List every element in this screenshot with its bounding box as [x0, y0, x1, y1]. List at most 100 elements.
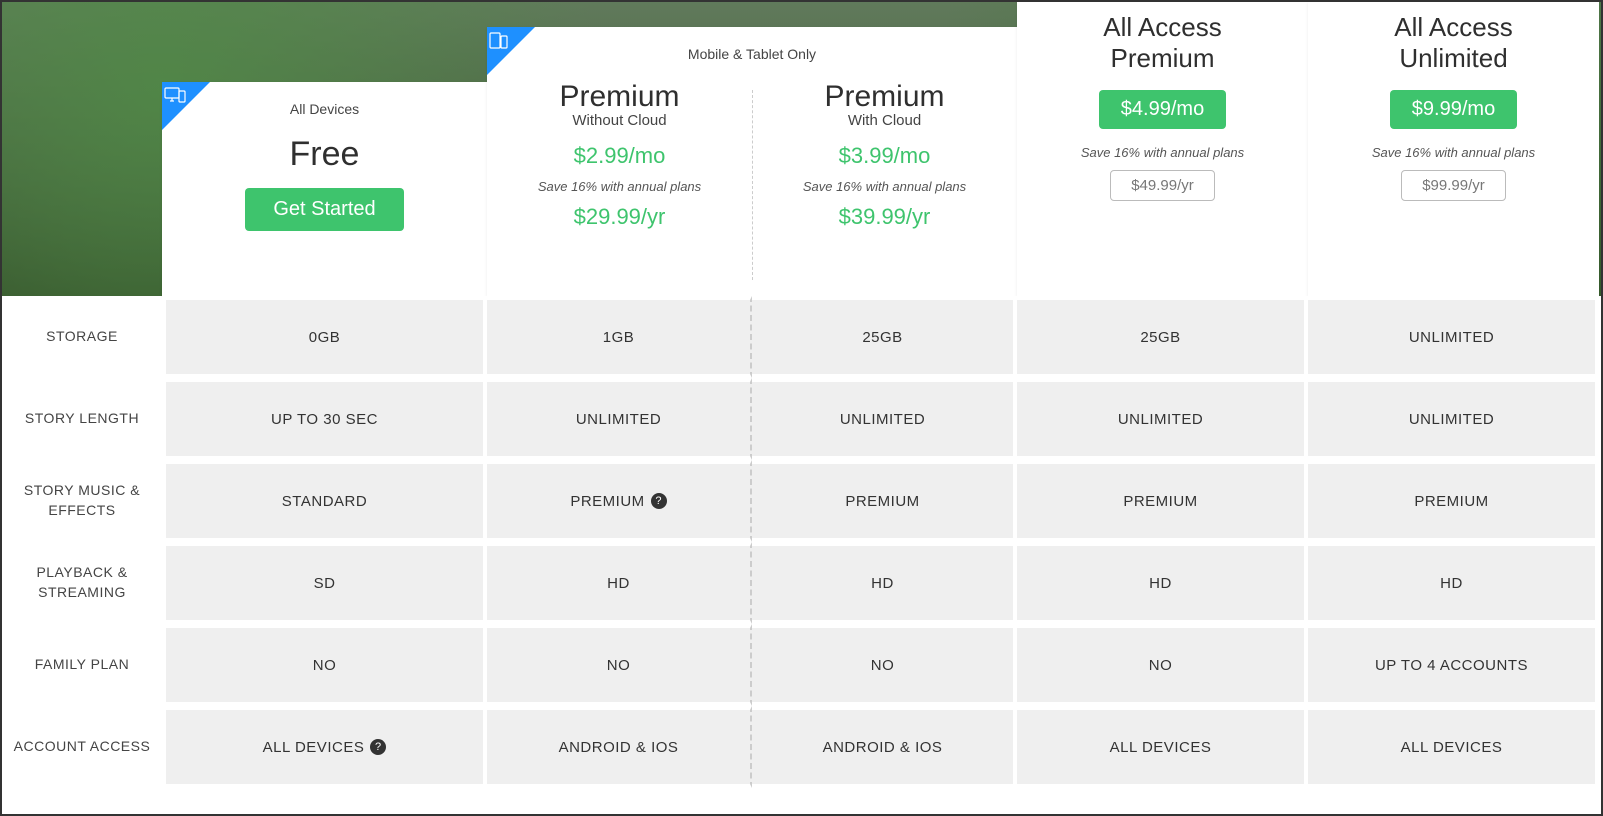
feature-value: NO — [313, 657, 337, 674]
feature-row: FAMILY PLAN NO NO NO NO UP TO 4 ACCOUNTS — [2, 624, 1601, 706]
feature-cell: 25GB — [1017, 296, 1308, 378]
feature-cell: PREMIUM? — [487, 460, 752, 542]
select-premium-yearly-button[interactable]: $49.99/yr — [1110, 170, 1215, 201]
feature-value: PREMIUM — [1414, 493, 1488, 510]
feature-label: STORY LENGTH — [2, 409, 162, 429]
feature-value: UNLIMITED — [576, 411, 661, 428]
feature-cell: SD — [162, 542, 487, 624]
help-icon[interactable]: ? — [651, 493, 667, 509]
feature-value: UP TO 4 ACCOUNTS — [1375, 657, 1528, 674]
feature-cell: HD — [1308, 542, 1599, 624]
plan-card-mobile: Mobile & Tablet Only Premium Without Clo… — [487, 27, 1017, 296]
feature-cell: UNLIMITED — [1308, 296, 1599, 378]
plan-title: All AccessPremium — [1017, 2, 1308, 74]
feature-cell: PREMIUM — [1308, 460, 1599, 542]
feature-cell: 25GB — [752, 296, 1017, 378]
feature-cell: UNLIMITED — [487, 378, 752, 460]
plan-subcard-with-cloud: Premium With Cloud $3.99/mo Save 16% wit… — [752, 80, 1017, 290]
price-yearly: $39.99/yr — [762, 204, 1007, 230]
feature-cell: UNLIMITED — [752, 378, 1017, 460]
column-divider — [752, 90, 753, 280]
plan-subtitle: With Cloud — [762, 112, 1007, 129]
feature-value: ALL DEVICES — [1110, 739, 1212, 756]
feature-value: UP TO 30 SEC — [271, 411, 378, 428]
feature-row: STORAGE0GB1GB25GB25GBUNLIMITED — [2, 296, 1601, 378]
feature-cell: 1GB — [487, 296, 752, 378]
save-note: Save 16% with annual plans — [1308, 145, 1599, 160]
plan-title: Premium — [762, 80, 1007, 114]
feature-value: UNLIMITED — [1409, 411, 1494, 428]
feature-cell: PREMIUM — [1017, 460, 1308, 542]
price-monthly: $3.99/mo — [762, 143, 1007, 169]
feature-row: ACCOUNT ACCESSALL DEVICES?ANDROID & IOSA… — [2, 706, 1601, 788]
devices-label: Mobile & Tablet Only — [487, 46, 1017, 62]
feature-cell: NO — [162, 624, 487, 706]
price-yearly: $29.99/yr — [497, 204, 742, 230]
feature-row: STORY MUSIC & EFFECTSSTANDARDPREMIUM?PRE… — [2, 460, 1601, 542]
plan-subcard-without-cloud: Premium Without Cloud $2.99/mo Save 16% … — [487, 80, 752, 290]
feature-cell: ALL DEVICES — [1308, 706, 1599, 788]
feature-cell: STANDARD — [162, 460, 487, 542]
feature-cell: NO — [1017, 624, 1308, 706]
plan-title-text: All AccessUnlimited — [1394, 12, 1513, 73]
devices-corner-badge — [487, 27, 535, 75]
feature-label: ACCOUNT ACCESS — [2, 737, 162, 757]
feature-value: STANDARD — [282, 493, 367, 510]
feature-value: HD — [1149, 575, 1172, 592]
mobile-tablet-icon — [489, 32, 509, 50]
feature-value: ALL DEVICES — [1401, 739, 1503, 756]
feature-value: UNLIMITED — [1409, 329, 1494, 346]
plan-title: All AccessUnlimited — [1308, 2, 1599, 74]
feature-cell: ANDROID & IOS — [752, 706, 1017, 788]
feature-cell: ANDROID & IOS — [487, 706, 752, 788]
feature-value: ANDROID & IOS — [823, 739, 943, 756]
plan-card-free: All Devices Free Get Started — [162, 82, 487, 296]
feature-value: HD — [607, 575, 630, 592]
feature-cell: UNLIMITED — [1308, 378, 1599, 460]
feature-value: UNLIMITED — [840, 411, 925, 428]
help-icon[interactable]: ? — [370, 739, 386, 755]
price-monthly: $2.99/mo — [497, 143, 742, 169]
select-unlimited-monthly-button[interactable]: $9.99/mo — [1390, 90, 1517, 129]
feature-value: 1GB — [603, 329, 635, 346]
feature-label: FAMILY PLAN — [2, 655, 162, 675]
feature-cell: ALL DEVICES? — [162, 706, 487, 788]
feature-cell: UNLIMITED — [1017, 378, 1308, 460]
feature-cell: NO — [752, 624, 1017, 706]
feature-row: PLAYBACK & STREAMINGSD HD HD HD HD — [2, 542, 1601, 624]
feature-cell: UP TO 4 ACCOUNTS — [1308, 624, 1599, 706]
select-unlimited-yearly-button[interactable]: $99.99/yr — [1401, 170, 1506, 201]
plan-card-premium: All AccessPremium $4.99/mo Save 16% with… — [1017, 2, 1308, 296]
feature-value: ALL DEVICES — [263, 739, 365, 756]
select-premium-monthly-button[interactable]: $4.99/mo — [1099, 90, 1226, 129]
plan-title: Premium — [497, 80, 742, 114]
feature-value: NO — [871, 657, 895, 674]
plan-title-text: All AccessPremium — [1103, 12, 1222, 73]
feature-value: PREMIUM — [1123, 493, 1197, 510]
feature-value: PREMIUM — [570, 493, 644, 510]
save-note: Save 16% with annual plans — [1017, 145, 1308, 160]
feature-cell: UP TO 30 SEC — [162, 378, 487, 460]
feature-value: PREMIUM — [845, 493, 919, 510]
feature-value: 25GB — [862, 329, 902, 346]
feature-value: HD — [871, 575, 894, 592]
save-note: Save 16% with annual plans — [762, 179, 1007, 194]
feature-value: UNLIMITED — [1118, 411, 1203, 428]
feature-value: HD — [1440, 575, 1463, 592]
feature-cell: HD — [487, 542, 752, 624]
feature-cell: NO — [487, 624, 752, 706]
feature-cell: ALL DEVICES — [1017, 706, 1308, 788]
feature-cell: HD — [1017, 542, 1308, 624]
devices-corner-badge — [162, 82, 210, 130]
plan-subtitle: Without Cloud — [497, 112, 742, 129]
feature-value: 0GB — [309, 329, 341, 346]
all-devices-icon — [164, 87, 186, 103]
feature-cell: PREMIUM — [752, 460, 1017, 542]
plan-card-unlimited: All AccessUnlimited $9.99/mo Save 16% wi… — [1308, 2, 1599, 296]
feature-label: PLAYBACK & STREAMING — [2, 563, 162, 602]
get-started-button[interactable]: Get Started — [245, 188, 403, 231]
feature-value: NO — [1149, 657, 1173, 674]
feature-value: ANDROID & IOS — [559, 739, 679, 756]
feature-value: NO — [607, 657, 631, 674]
devices-label: All Devices — [162, 101, 487, 117]
